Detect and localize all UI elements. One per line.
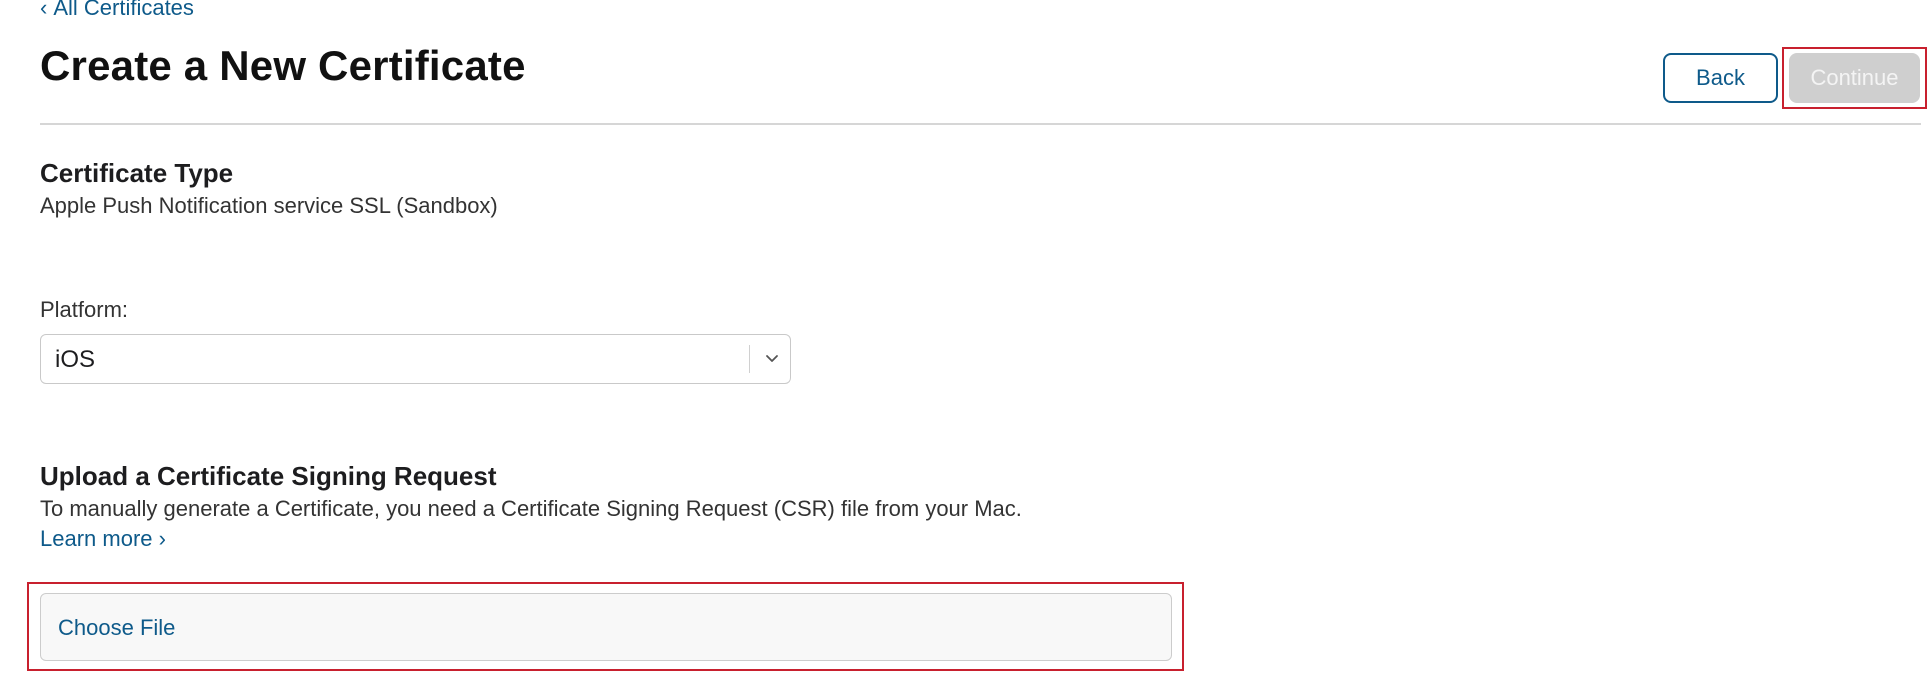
choose-file-input[interactable]: Choose File [40, 593, 1172, 661]
learn-more-link[interactable]: Learn more › [40, 526, 166, 552]
certificate-type-heading: Certificate Type [40, 158, 234, 188]
choose-file-label[interactable]: Choose File [58, 615, 175, 641]
back-button[interactable]: Back [1663, 53, 1778, 103]
all-certificates-link[interactable]: ‹ All Certificates [40, 0, 194, 21]
all-certificates-label: All Certificates [53, 0, 194, 20]
chevron-down-icon[interactable] [763, 349, 781, 367]
chevron-left-icon: ‹ [40, 0, 48, 20]
certificate-type-value: Apple Push Notification service SSL (San… [40, 193, 498, 218]
select-separator [749, 345, 750, 373]
platform-select[interactable]: iOS [40, 334, 791, 384]
header-divider [40, 123, 1921, 125]
continue-button[interactable]: Continue [1789, 53, 1920, 103]
platform-selected-value: iOS [55, 346, 96, 373]
upload-csr-description: To manually generate a Certificate, you … [40, 496, 1022, 521]
platform-label: Platform: [40, 297, 129, 322]
upload-csr-heading: Upload a Certificate Signing Request [40, 461, 497, 491]
page-title: Create a New Certificate [40, 42, 526, 89]
